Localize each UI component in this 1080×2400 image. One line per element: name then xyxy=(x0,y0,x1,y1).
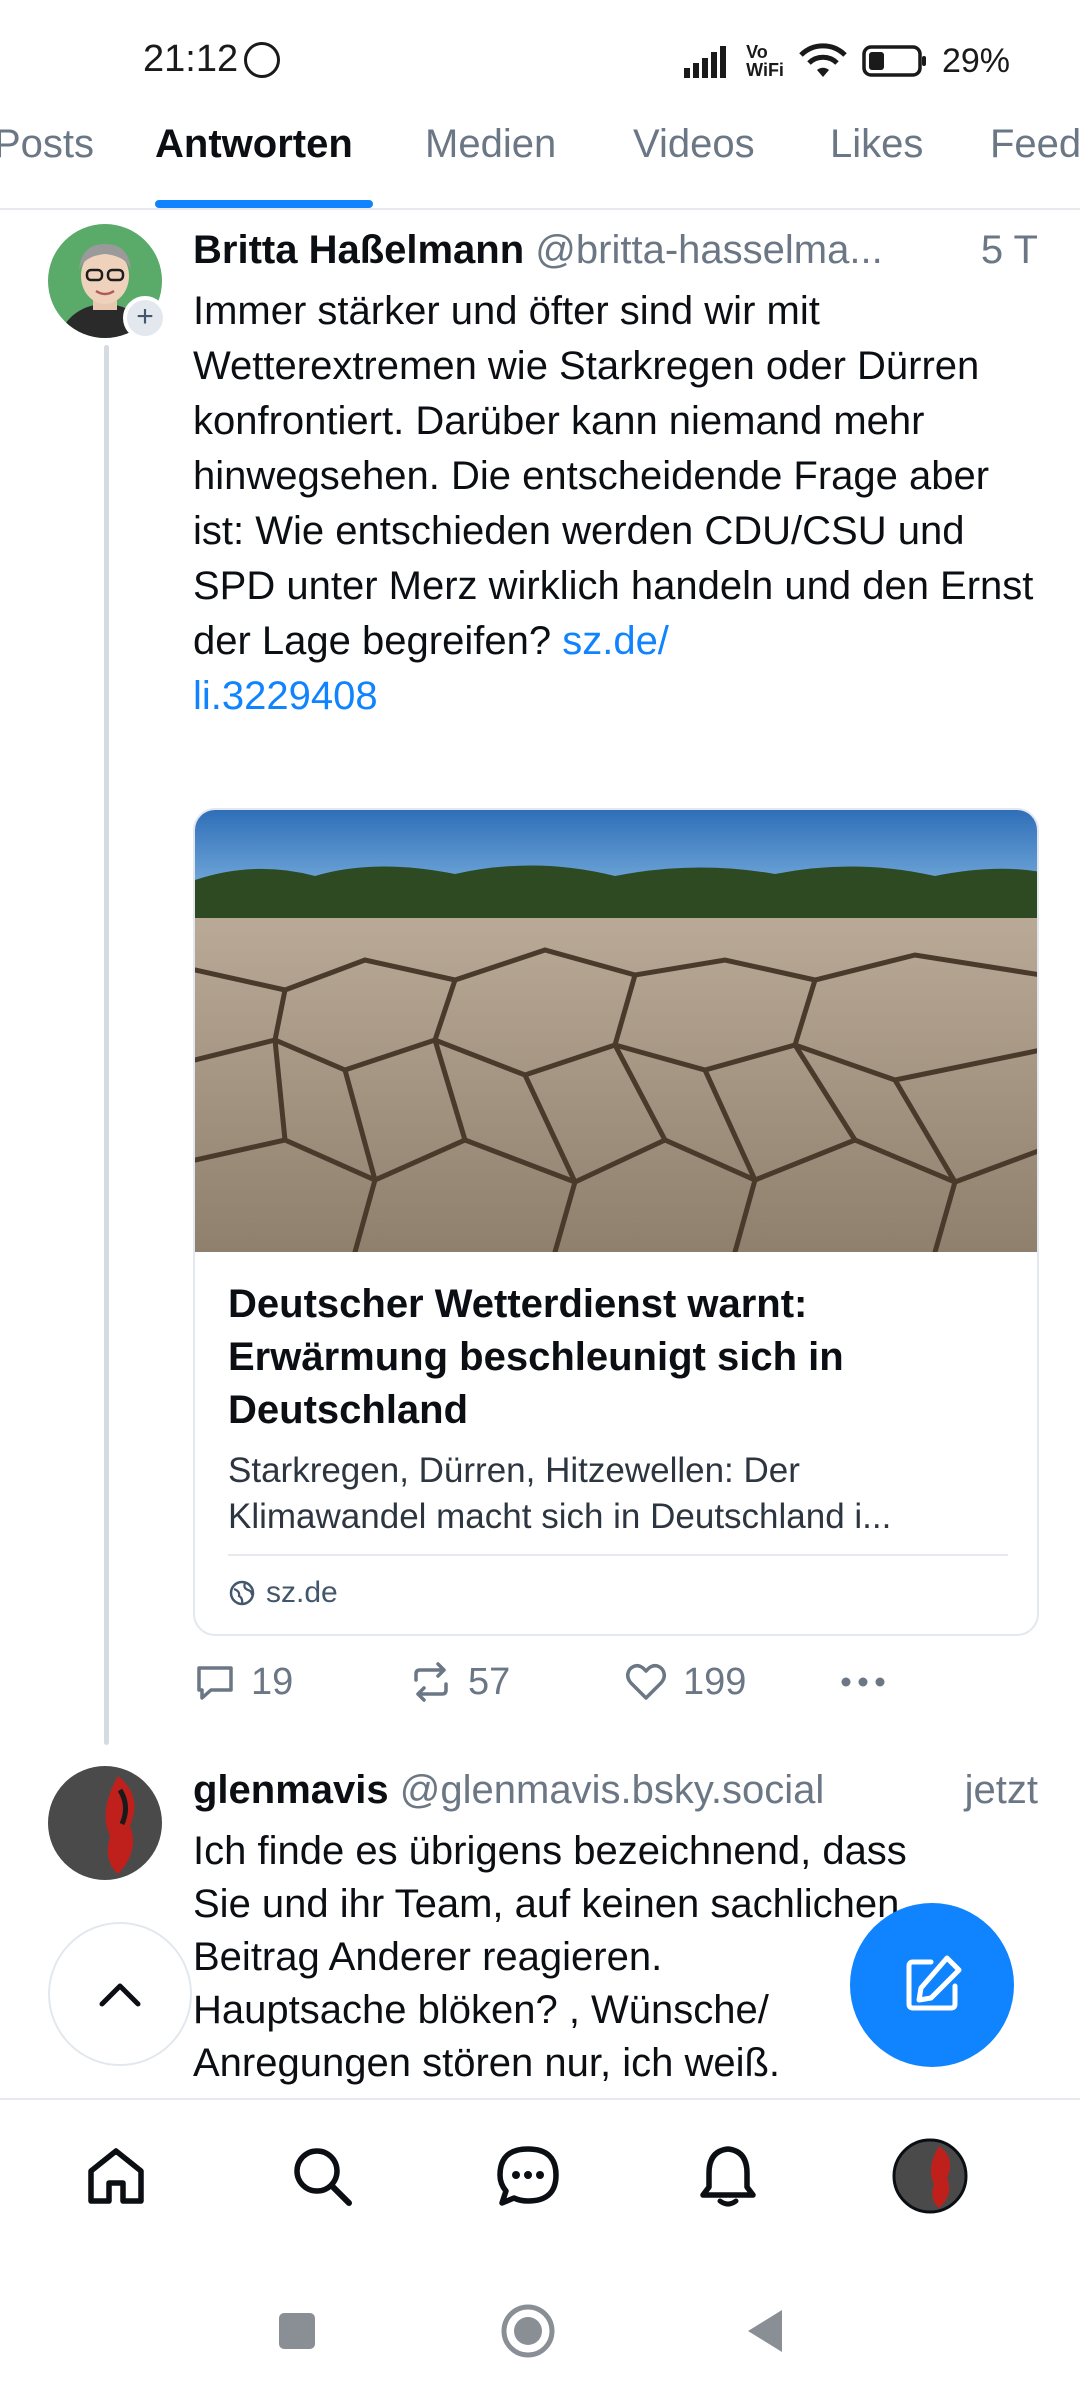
circle-icon xyxy=(501,2304,555,2358)
card-description-line2: Klimawandel macht sich in Deutschland i.… xyxy=(228,1497,892,1536)
author-name[interactable]: Britta Haßelmann xyxy=(193,228,524,272)
like-count: 199 xyxy=(683,1660,747,1703)
reply-text-line1: Ich finde es übrigens bezeichnend, dass xyxy=(193,1829,907,1873)
status-time: 21:12 xyxy=(143,38,239,80)
author-handle[interactable]: @britta-hasselma... xyxy=(535,228,882,272)
like-button[interactable]: 199 xyxy=(623,1660,746,1704)
battery-icon xyxy=(862,45,926,77)
bell-icon xyxy=(700,2146,756,2207)
post-actions: 19 57 199 xyxy=(193,1660,1043,1720)
signal-icon xyxy=(684,46,727,78)
thread-line xyxy=(104,345,109,1745)
card-description: Starkregen, Dürren, Hitzewellen: Der Kli… xyxy=(228,1448,1008,1540)
chat-icon xyxy=(497,2146,559,2206)
bottom-navigation xyxy=(0,2098,1080,2268)
tab-feeds[interactable]: Feeds xyxy=(990,122,1080,167)
home-button[interactable] xyxy=(493,2296,563,2366)
chevron-up-icon xyxy=(99,1983,141,2007)
profile-avatar xyxy=(892,2138,968,2214)
heart-icon xyxy=(626,1664,666,1700)
card-title: Deutscher Wetterdienst warnt: Erwärmung … xyxy=(228,1282,844,1432)
reply-icon xyxy=(197,1666,233,1700)
status-bar: 21:12 Vo WiFi 29% xyxy=(0,0,1080,120)
tab-likes[interactable]: Likes xyxy=(830,122,923,167)
more-options-button[interactable] xyxy=(838,1660,888,1704)
more-icon xyxy=(841,1677,885,1687)
card-domain-text: sz.de xyxy=(266,1576,338,1609)
card-description-line1: Starkregen, Dürren, Hitzewellen: Der xyxy=(228,1451,800,1490)
compose-icon xyxy=(906,1955,962,2011)
tab-medien[interactable]: Medien xyxy=(425,122,556,167)
dnd-icon xyxy=(244,42,280,78)
card-divider xyxy=(228,1554,1008,1556)
system-navigation xyxy=(0,2268,1080,2400)
nav-profile[interactable] xyxy=(890,2136,970,2216)
profile-tabs: Posts Antworten Medien Videos Likes Feed… xyxy=(0,110,1080,210)
reply-header: glenmavis @glenmavis.bsky.social xyxy=(193,1768,1043,1813)
triangle-back-icon xyxy=(748,2310,782,2352)
status-icons: Vo WiFi 29% xyxy=(684,36,1010,86)
follow-plus-icon[interactable]: + xyxy=(123,296,167,340)
post-body: Immer stärker und öfter sind wir mit Wet… xyxy=(193,289,1034,663)
wifi-icon xyxy=(799,43,847,77)
volte-label: Vo xyxy=(746,42,768,62)
card-image xyxy=(195,810,1037,1252)
reply-time: jetzt xyxy=(964,1768,1038,1812)
recents-button[interactable] xyxy=(262,2296,332,2366)
post-time: 5 T xyxy=(980,228,1038,272)
reply-author-handle[interactable]: @glenmavis.bsky.social xyxy=(400,1768,824,1812)
reply-author-avatar[interactable] xyxy=(48,1766,162,1880)
tab-posts[interactable]: Posts xyxy=(0,122,94,167)
home-icon xyxy=(88,2148,144,2204)
reply-count: 19 xyxy=(251,1660,294,1703)
repost-button[interactable]: 57 xyxy=(408,1660,510,1704)
tab-antworten[interactable]: Antworten xyxy=(155,122,353,167)
nav-home[interactable] xyxy=(76,2136,156,2216)
repost-icon xyxy=(414,1662,448,1702)
post-text: Immer stärker und öfter sind wir mit Wet… xyxy=(193,284,1043,724)
card-domain: sz.de xyxy=(228,1576,338,1610)
nav-notifications[interactable] xyxy=(688,2136,768,2216)
link-preview-card[interactable]: Deutscher Wetterdienst warnt: Erwärmung … xyxy=(193,808,1039,1636)
scroll-to-top-button[interactable] xyxy=(48,1922,192,2066)
search-icon xyxy=(294,2148,352,2206)
repost-count: 57 xyxy=(468,1660,511,1703)
active-tab-indicator xyxy=(155,200,373,208)
square-icon xyxy=(279,2313,315,2349)
nav-search[interactable] xyxy=(282,2136,362,2216)
back-button[interactable] xyxy=(730,2296,800,2366)
tab-videos[interactable]: Videos xyxy=(633,122,755,167)
battery-percent: 29% xyxy=(941,41,1010,80)
wifi-label: WiFi xyxy=(746,60,784,80)
post-link-part1[interactable]: sz.de/ xyxy=(562,619,669,663)
volte-indicator: Vo WiFi xyxy=(746,43,784,79)
globe-icon xyxy=(229,1580,255,1606)
compose-button[interactable] xyxy=(850,1903,1014,2067)
reply-author-name[interactable]: glenmavis xyxy=(193,1768,389,1812)
reply-button[interactable]: 19 xyxy=(193,1660,293,1704)
post-link-part2[interactable]: li.3229408 xyxy=(193,674,378,718)
post-header: Britta Haßelmann @britta-hasselma... xyxy=(193,228,1043,273)
nav-chat[interactable] xyxy=(488,2136,568,2216)
